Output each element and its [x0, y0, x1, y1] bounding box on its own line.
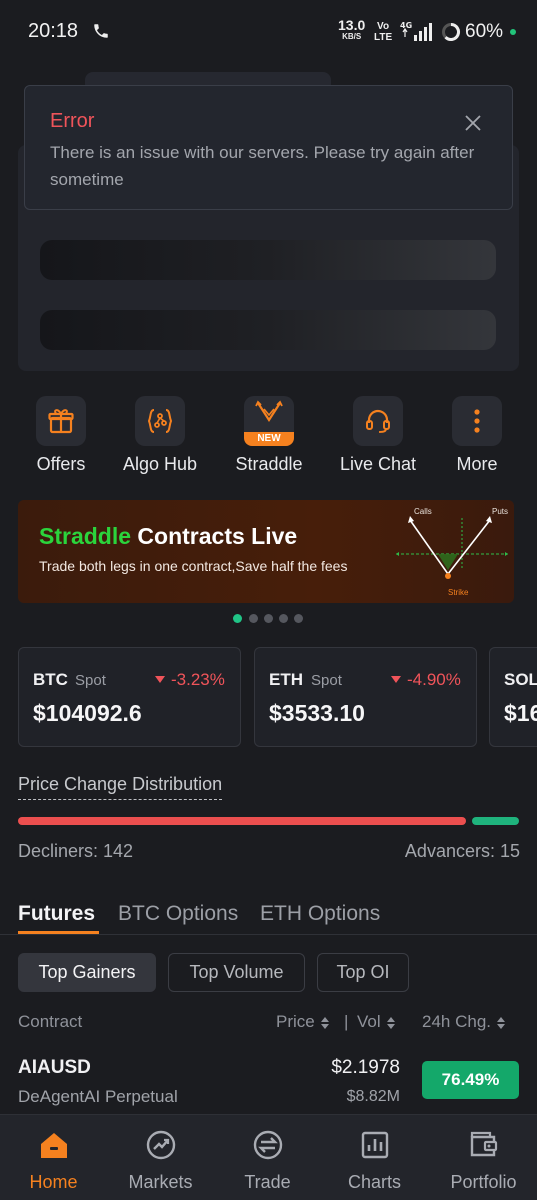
- row-name: DeAgentAI Perpetual: [18, 1087, 178, 1106]
- skeleton-line: [40, 310, 496, 350]
- more-vertical-icon: [474, 409, 480, 433]
- carousel-dot[interactable]: [264, 614, 273, 623]
- row-change-badge: 76.49%: [422, 1061, 519, 1099]
- tab-btc-options[interactable]: BTC Options: [118, 902, 238, 926]
- gift-icon: [48, 409, 74, 434]
- chip-top-oi[interactable]: Top OI: [317, 953, 409, 992]
- charts-icon: [361, 1131, 389, 1159]
- home-icon: [41, 1133, 67, 1158]
- sort-icon: [320, 1016, 329, 1029]
- headset-icon: [366, 409, 390, 433]
- markets-icon: [146, 1130, 176, 1160]
- down-arrow-icon: [155, 676, 165, 683]
- tab-futures[interactable]: Futures: [18, 902, 95, 926]
- row-price: $2.1978: [331, 1057, 400, 1078]
- straddle-payoff-illustration: Calls Puts Strike: [396, 507, 508, 597]
- chip-top-gainers[interactable]: Top Gainers: [18, 953, 156, 992]
- chip-top-volume[interactable]: Top Volume: [168, 953, 305, 992]
- status-time: 20:18: [28, 20, 79, 42]
- column-vol[interactable]: Vol: [357, 1012, 396, 1032]
- distribution-title[interactable]: Price Change Distribution: [18, 774, 223, 800]
- sort-icon: [497, 1016, 505, 1029]
- battery-percent: 60%: [465, 21, 504, 42]
- column-contract: Contract: [18, 1012, 83, 1031]
- nav-trade[interactable]: Trade: [214, 1115, 321, 1200]
- quick-action-offers[interactable]: Offers: [11, 396, 111, 475]
- price-card-btc[interactable]: BTC Spot -3.23% $104092.6: [18, 647, 241, 747]
- decliners-bar: [18, 817, 466, 825]
- nav-markets[interactable]: Markets: [107, 1115, 214, 1200]
- row-volume: $8.82M: [346, 1088, 400, 1105]
- divider: [0, 934, 537, 935]
- advancers-bar: [472, 817, 519, 825]
- quick-action-live-chat[interactable]: Live Chat: [328, 396, 428, 475]
- carousel-dot[interactable]: [279, 614, 288, 623]
- svg-text:Strike: Strike: [448, 588, 469, 597]
- quick-action-label: Offers: [36, 454, 86, 474]
- quick-action-label: Straddle: [235, 454, 303, 474]
- column-24h-change[interactable]: 24h Chg.: [422, 1012, 506, 1032]
- nav-home[interactable]: Home: [0, 1115, 107, 1200]
- banner-subtitle: Trade both legs in one contract,Save hal…: [39, 558, 348, 574]
- carousel-dot[interactable]: [294, 614, 303, 623]
- decliners-count: Decliners: 142: [18, 841, 134, 861]
- battery-icon: [442, 23, 460, 41]
- quick-action-label: Algo Hub: [122, 454, 198, 474]
- card-price: $104092.6: [33, 700, 142, 726]
- card-change: -4.90%: [407, 670, 461, 689]
- skeleton-line: [40, 240, 496, 280]
- advancers-count: Advancers: 15: [404, 841, 520, 861]
- promo-banner[interactable]: Straddle Contracts Live Trade both legs …: [18, 500, 514, 603]
- carousel-dot[interactable]: [249, 614, 258, 623]
- price-card-eth[interactable]: ETH Spot -4.90% $3533.10: [254, 647, 477, 747]
- new-badge: NEW: [244, 432, 294, 446]
- row-symbol: AIAUSD: [18, 1057, 91, 1078]
- error-title: Error: [50, 110, 95, 132]
- quick-action-more[interactable]: More: [427, 396, 527, 475]
- card-symbol: ETH: [269, 670, 303, 689]
- network-speed: 13.0 KB/S: [338, 17, 366, 41]
- status-bar: 20:18 13.0 KB/S Vo LTE 4G 60%: [0, 0, 537, 62]
- volte-indicator: Vo LTE: [374, 21, 393, 43]
- down-arrow-icon: [391, 676, 401, 683]
- close-icon[interactable]: [463, 113, 483, 133]
- error-message: There is an issue with our servers. Plea…: [50, 143, 475, 189]
- straddle-icon: [255, 400, 283, 423]
- phone-call-icon: [94, 24, 108, 38]
- privacy-indicator-dot: [510, 29, 516, 35]
- tab-eth-options[interactable]: ETH Options: [260, 902, 380, 926]
- quick-action-straddle[interactable]: NEW Straddle: [219, 396, 319, 475]
- quick-action-label: More: [456, 454, 498, 474]
- card-market-type: Spot: [75, 672, 106, 689]
- svg-text:4G: 4G: [400, 21, 412, 30]
- nav-charts[interactable]: Charts: [321, 1115, 428, 1200]
- card-price: $3533.10: [269, 700, 365, 726]
- quick-action-label: Live Chat: [339, 454, 417, 474]
- quick-action-algo-hub[interactable]: Algo Hub: [110, 396, 210, 475]
- signal-strength-icon: 4G: [400, 21, 432, 41]
- sort-icon: [386, 1016, 395, 1029]
- wallet-icon: [470, 1131, 498, 1157]
- nav-portfolio[interactable]: Portfolio: [430, 1115, 537, 1200]
- carousel-dot[interactable]: [233, 614, 242, 623]
- card-symbol: SOL: [504, 670, 537, 689]
- card-symbol: BTC: [33, 670, 68, 689]
- banner-title: Straddle Contracts Live: [39, 523, 298, 549]
- card-price: $16: [504, 700, 537, 726]
- column-separator: |: [344, 1012, 349, 1031]
- svg-text:Puts: Puts: [492, 507, 508, 516]
- trade-icon: [253, 1130, 283, 1160]
- svg-text:Calls: Calls: [414, 507, 432, 516]
- algo-hub-icon: [147, 409, 173, 433]
- card-change: -3.23%: [171, 670, 225, 689]
- error-toast: Error There is an issue with our servers…: [24, 85, 513, 210]
- bottom-nav: Home Markets Trade Charts Portfolio: [0, 1114, 537, 1200]
- price-card-sol[interactable]: SOL $16: [489, 647, 537, 747]
- column-price[interactable]: Price: [276, 1012, 330, 1032]
- card-market-type: Spot: [311, 672, 342, 689]
